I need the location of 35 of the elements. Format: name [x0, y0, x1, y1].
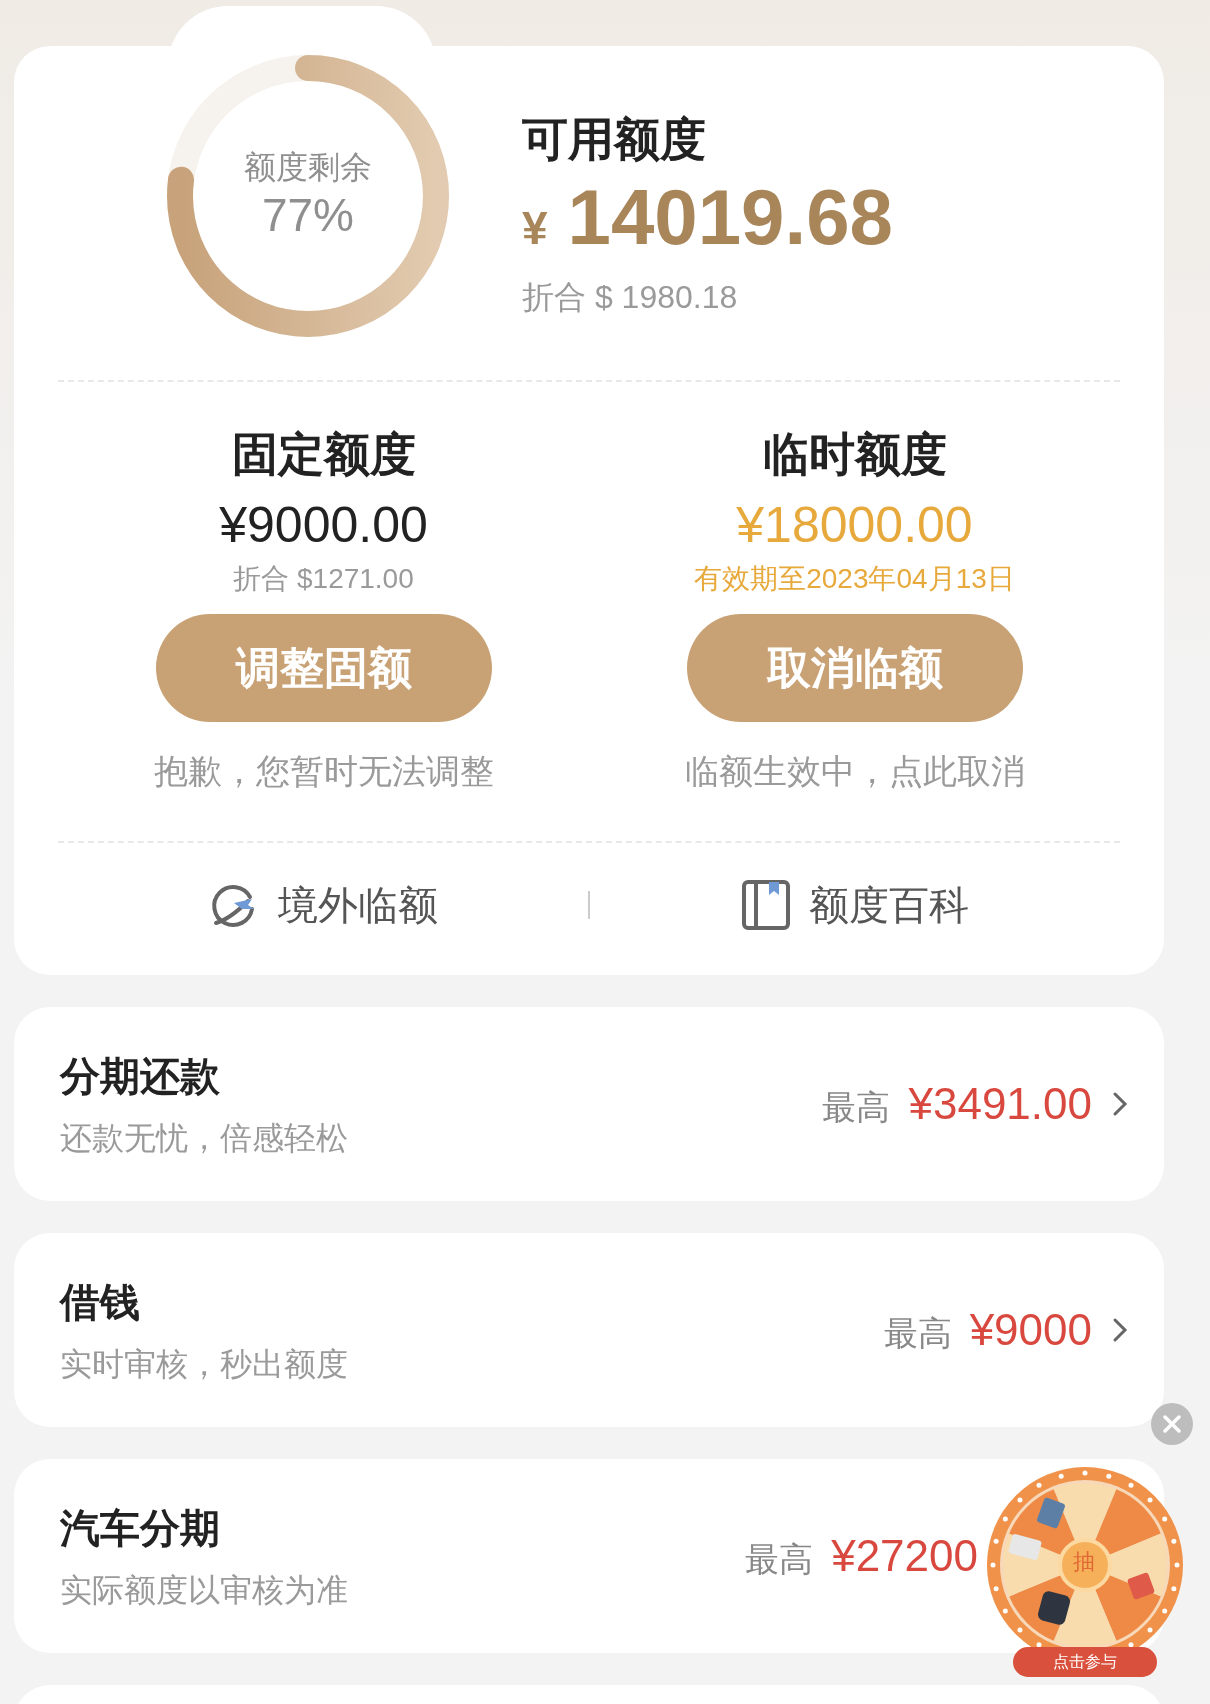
- close-icon[interactable]: [1163, 1415, 1181, 1433]
- quota-note: 有效期至2023年04月13日: [694, 562, 1015, 596]
- available-quota-title: 可用额度: [522, 111, 707, 167]
- quota-note: 折合 $1271.00: [233, 562, 414, 596]
- max-amount: ¥3491.00: [908, 1078, 1092, 1130]
- quota-hint: 抱歉，您暂时无法调整: [153, 751, 494, 792]
- service-title: 借钱: [60, 1279, 141, 1326]
- currency-sign: ¥: [522, 201, 548, 257]
- quota-link[interactable]: 境外临额: [208, 875, 438, 935]
- service-title: 汽车分期: [60, 1505, 221, 1552]
- max-amount: ¥27200: [831, 1530, 978, 1582]
- wheel-center-label: 抽: [1073, 1551, 1095, 1573]
- service-subtitle: 实时审核，秒出额度: [60, 1345, 349, 1384]
- quota-amount: ¥18000.00: [736, 495, 973, 555]
- converted-amount: 折合 $ 1980.18: [522, 278, 739, 318]
- available-amount: 14019.68: [567, 178, 893, 257]
- max-amount: ¥9000: [969, 1304, 1092, 1356]
- join-draw-button[interactable]: 点击参与: [1013, 1647, 1157, 1677]
- max-label: 最高: [883, 1313, 952, 1354]
- gauge-label: 额度剩余: [244, 148, 372, 188]
- service-title: 分期还款: [60, 1053, 221, 1100]
- close-button[interactable]: [1151, 1403, 1193, 1445]
- max-label: 最高: [822, 1087, 891, 1128]
- quota-hint: 临额生效中，点此取消: [684, 751, 1025, 792]
- book-icon: [741, 879, 791, 931]
- quota-type-title: 固定额度: [231, 427, 416, 482]
- service-subtitle: 还款无忧，倍感轻松: [60, 1119, 349, 1158]
- service-card[interactable]: 借钱 实时审核，秒出额度 最高 ¥9000: [14, 1233, 1164, 1427]
- max-label: 最高: [745, 1539, 814, 1580]
- service-subtitle: 实际额度以审核为准: [60, 1571, 349, 1610]
- gauge-percent: 77%: [261, 188, 355, 244]
- service-card[interactable]: 分期还款 还款无忧，倍感轻松 最高 ¥3491.00: [14, 1007, 1164, 1201]
- quota-type-title: 临时额度: [762, 427, 947, 482]
- quota-amount: ¥9000.00: [219, 495, 428, 555]
- quota-link[interactable]: 额度百科: [741, 875, 969, 935]
